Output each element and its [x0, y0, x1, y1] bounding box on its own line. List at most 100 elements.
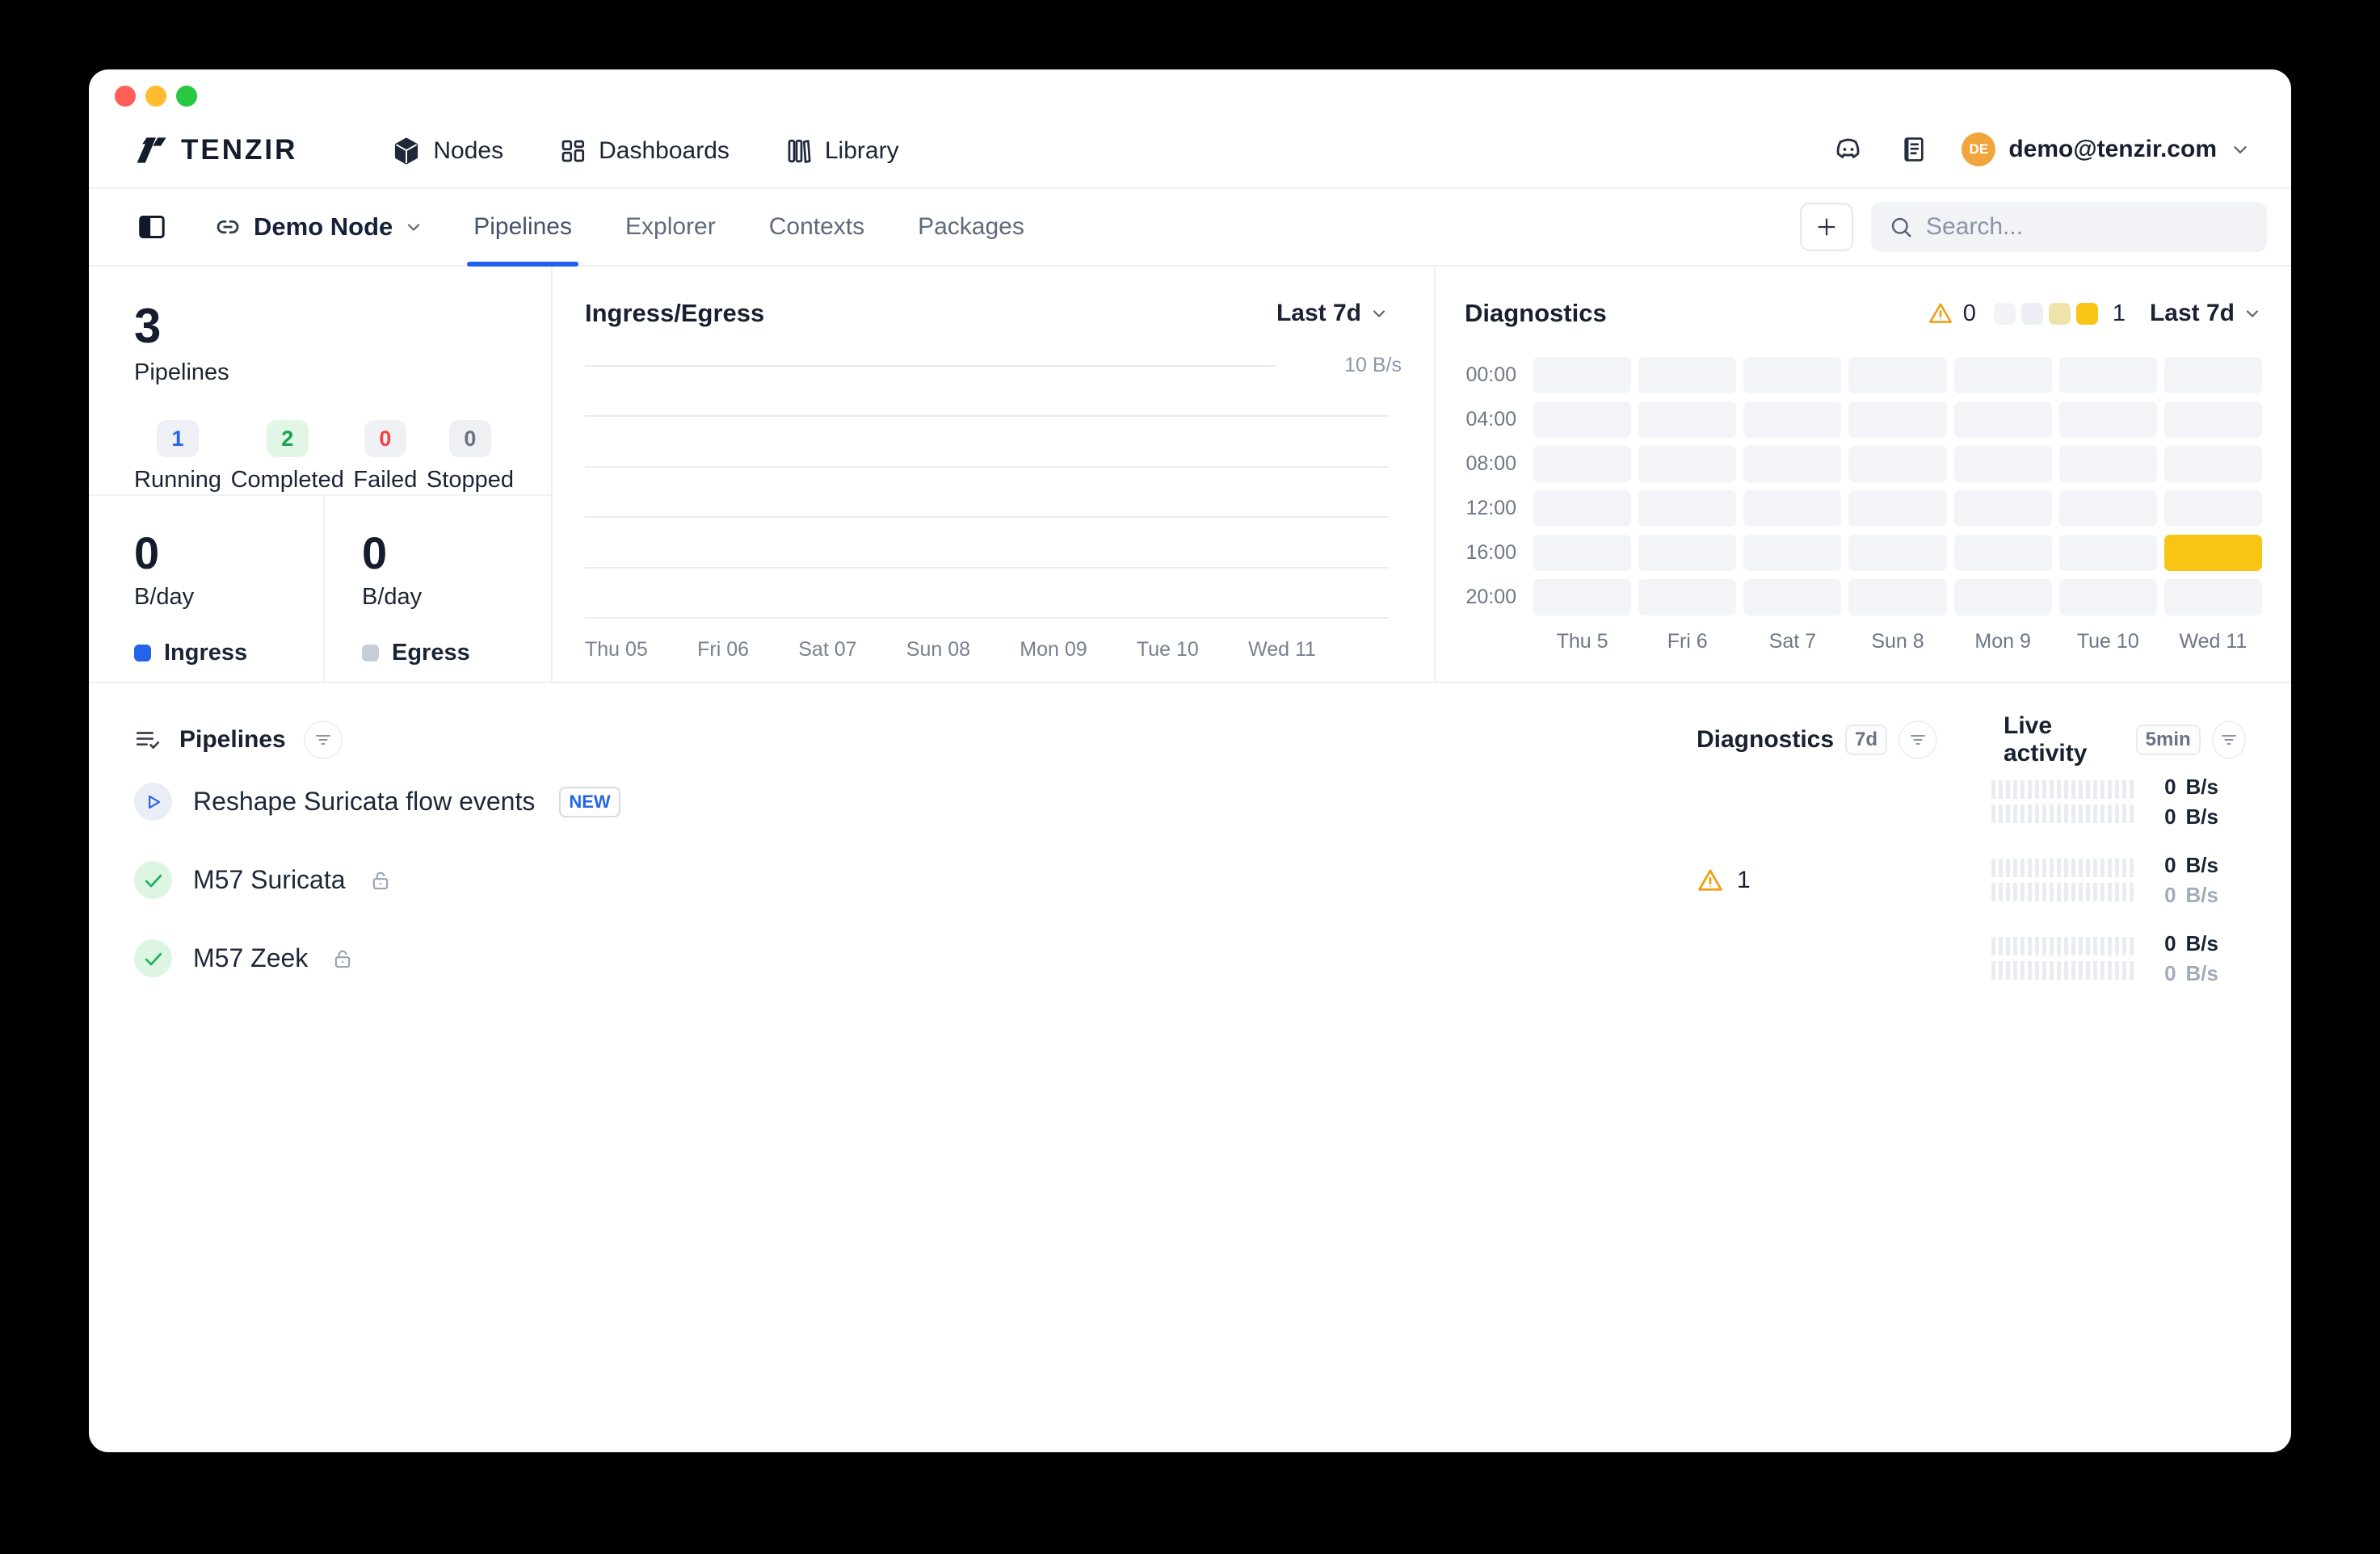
heatmap-row-label: 00:00: [1465, 363, 1526, 387]
nav-item-dashboards[interactable]: Dashboards: [558, 136, 730, 166]
heatmap-cell[interactable]: [1954, 401, 2052, 438]
add-pipeline-button[interactable]: [1800, 203, 1853, 251]
activity-rate: 0B/s: [2164, 931, 2218, 956]
heatmap-cell[interactable]: [1848, 357, 1946, 393]
heatmap-col-label: Sun 8: [1848, 624, 1946, 653]
heatmap-cell[interactable]: [1533, 446, 1631, 482]
pipeline-stats-panel: 3 Pipelines 1Running2Completed0Failed0St…: [89, 267, 553, 682]
zoom-button[interactable]: [176, 86, 197, 107]
heatmap-cell[interactable]: [2164, 535, 2262, 571]
rate-value: 0: [2164, 961, 2176, 986]
chart-range-select[interactable]: Last 7d: [1276, 300, 1389, 327]
new-badge: NEW: [559, 787, 620, 817]
pipeline-row-main[interactable]: M57 Suricata: [134, 861, 1676, 899]
pipelines-filter-button[interactable]: [304, 720, 343, 759]
discord-icon[interactable]: [1831, 133, 1866, 166]
heatmap-cell[interactable]: [2059, 535, 2157, 571]
tab-pipelines[interactable]: Pipelines: [473, 189, 572, 265]
heatmap-cell[interactable]: [1638, 490, 1736, 527]
heatmap-cell[interactable]: [1954, 446, 2052, 482]
heatmap-cell[interactable]: [2164, 579, 2262, 615]
heatmap-cell[interactable]: [1533, 401, 1631, 438]
heatmap-cell[interactable]: [1638, 357, 1736, 393]
egress-value: 0: [362, 527, 527, 579]
heatmap-cell[interactable]: [1954, 535, 2052, 571]
y-axis-max-label: 10 B/s: [1344, 354, 1402, 377]
heatmap-cell[interactable]: [1743, 579, 1841, 615]
node-tabs: Pipelines Explorer Contexts Packages: [473, 189, 1024, 265]
heatmap-col-label: Fri 6: [1638, 624, 1736, 653]
heatmap-cell[interactable]: [2059, 357, 2157, 393]
heatmap-cell[interactable]: [1743, 490, 1841, 527]
heatmap-cell[interactable]: [1954, 579, 2052, 615]
egress-card: 0 B/day Egress: [323, 496, 551, 682]
heat-legend-swatch: [2076, 303, 2098, 325]
node-selector[interactable]: Demo Node: [213, 212, 423, 242]
heatmap-cell[interactable]: [1743, 401, 1841, 438]
pipelines-total-label: Pipelines: [134, 359, 519, 386]
diagnostics-filter-button[interactable]: [1899, 720, 1937, 759]
heatmap-cell[interactable]: [1848, 579, 1946, 615]
avatar: DE: [1962, 132, 1995, 166]
chart-header: Ingress/Egress Last 7d: [585, 299, 1389, 328]
heatmap-cell[interactable]: [1533, 490, 1631, 527]
rate-value: 0: [2164, 883, 2176, 908]
heat-legend-swatches: [1994, 303, 2098, 325]
nav-item-nodes[interactable]: Nodes: [391, 136, 503, 166]
tab-packages[interactable]: Packages: [918, 189, 1024, 265]
list-title: Pipelines: [179, 726, 286, 754]
activity-rate: 0B/s: [2164, 853, 2218, 878]
heatmap-cell[interactable]: [1743, 446, 1841, 482]
heatmap-cell[interactable]: [1638, 579, 1736, 615]
heatmap-cell[interactable]: [1848, 490, 1946, 527]
pipeline-row-main[interactable]: Reshape Suricata flow eventsNEW: [134, 783, 1676, 821]
heatmap-cell[interactable]: [1954, 490, 2052, 527]
sidebar-toggle-icon[interactable]: [134, 211, 170, 243]
heatmap-cell[interactable]: [1638, 535, 1736, 571]
link-icon: [213, 212, 242, 242]
heatmap-cell[interactable]: [2164, 357, 2262, 393]
pipeline-status-badges: 1Running2Completed0Failed0Stopped: [134, 420, 519, 494]
heatmap-cell[interactable]: [2164, 401, 2262, 438]
heatmap-cell[interactable]: [1954, 357, 2052, 393]
heatmap-cell[interactable]: [1848, 401, 1946, 438]
nav-item-library[interactable]: Library: [784, 136, 899, 166]
user-menu[interactable]: DE demo@tenzir.com: [1962, 132, 2251, 166]
lock-icon: [330, 947, 355, 971]
heatmap-cell[interactable]: [1848, 535, 1946, 571]
status-badge-completed: 2Completed: [231, 420, 344, 494]
pipeline-row-main[interactable]: M57 Zeek: [134, 939, 1676, 977]
heatmap-cell[interactable]: [2059, 446, 2157, 482]
heatmap-cell[interactable]: [1638, 446, 1736, 482]
ingress-sparkline: [1991, 859, 2137, 877]
tab-contexts[interactable]: Contexts: [769, 189, 864, 265]
heatmap-cell[interactable]: [2164, 446, 2262, 482]
pipeline-status-running: [134, 783, 172, 821]
minimize-button[interactable]: [145, 86, 166, 107]
heatmap-cell[interactable]: [1638, 401, 1736, 438]
diagnostics-range-select[interactable]: Last 7d: [2150, 300, 2262, 327]
pipelines-total: 3: [134, 300, 519, 351]
heatmap-cell[interactable]: [1533, 357, 1631, 393]
close-button[interactable]: [115, 86, 136, 107]
heatmap-cell[interactable]: [2059, 579, 2157, 615]
docs-icon[interactable]: [1899, 134, 1929, 165]
heatmap-cell[interactable]: [1533, 535, 1631, 571]
heatmap-cell[interactable]: [2059, 490, 2157, 527]
heatmap-cell[interactable]: [1533, 579, 1631, 615]
heatmap-cell[interactable]: [1743, 535, 1841, 571]
x-tick-label: Tue 10: [1137, 638, 1199, 662]
diagnostics-header: Diagnostics 0 1 Last 7d: [1465, 299, 2262, 328]
heatmap-cell[interactable]: [1743, 357, 1841, 393]
heatmap-col-label: Tue 10: [2059, 624, 2157, 653]
search-input[interactable]: [1926, 213, 2249, 241]
lock-icon: [368, 868, 393, 892]
heatmap-cell[interactable]: [2164, 490, 2262, 527]
activity-values: 0B/s0B/s: [2164, 931, 2218, 986]
brand[interactable]: TENZIR: [134, 134, 297, 166]
activity-filter-button[interactable]: [2212, 720, 2246, 759]
heatmap-cell[interactable]: [1848, 446, 1946, 482]
nav-right: DE demo@tenzir.com: [1831, 132, 2251, 166]
tab-explorer[interactable]: Explorer: [625, 189, 716, 265]
heatmap-cell[interactable]: [2059, 401, 2157, 438]
